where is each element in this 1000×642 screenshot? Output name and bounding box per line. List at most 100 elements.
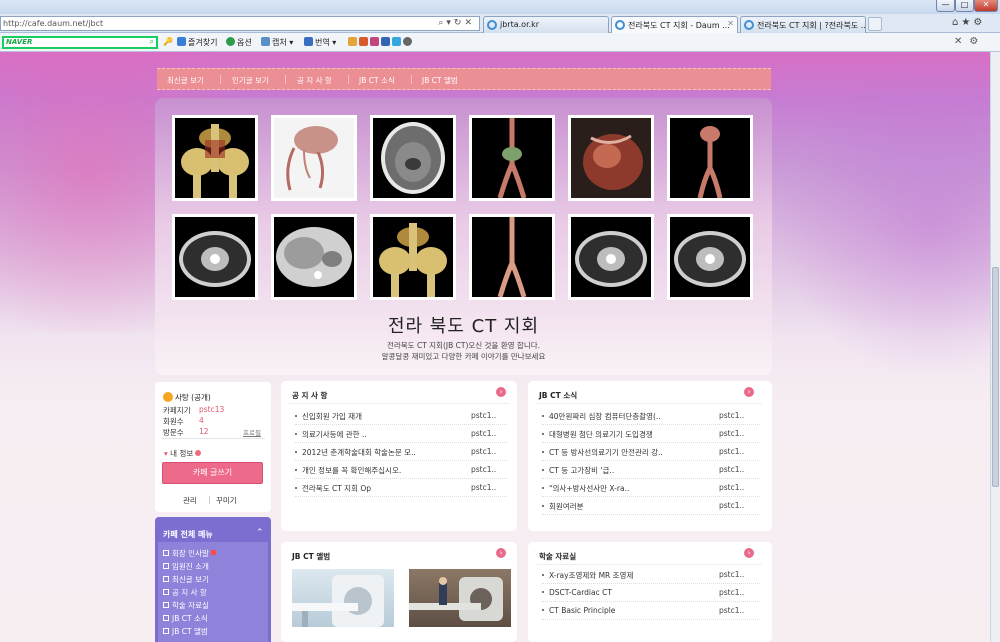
full-menu-item-officers[interactable]: 임원진 소개: [163, 561, 209, 572]
post-title[interactable]: CT 등 방사선의료기기 안전관리 강..: [549, 448, 663, 457]
dropdown-icon[interactable]: ▾: [446, 18, 454, 28]
post-title[interactable]: 40만원짜리 심장 컴퓨터단층촬영(..: [549, 412, 661, 421]
full-menu-item-academic[interactable]: 학술 자료실: [163, 600, 209, 611]
post-title[interactable]: DSCT-Cardiac CT: [549, 588, 612, 597]
browser-tab-jbrta[interactable]: jbrta.or.kr: [483, 16, 609, 33]
post-author[interactable]: pstc1..: [471, 465, 496, 474]
chevron-up-icon[interactable]: ⌃: [256, 528, 264, 538]
post-title[interactable]: 대형병원 첨단 의료기기 도입경쟁: [549, 430, 653, 439]
twitter-icon[interactable]: [392, 37, 401, 46]
post-author[interactable]: pstc1..: [719, 570, 744, 579]
post-row[interactable]: X-ray조영제와 MR 조영제 pstc1..: [542, 566, 760, 584]
toolbar-favorites[interactable]: 즐겨찾기: [177, 37, 217, 48]
post-row[interactable]: 의료기사등에 관한 .. pstc1..: [295, 425, 507, 443]
post-author[interactable]: pstc1..: [719, 606, 744, 615]
write-post-button[interactable]: 카페 글쓰기: [162, 462, 263, 484]
board-title[interactable]: 학술 자료실: [539, 551, 576, 562]
full-menu-item-notice[interactable]: 공 지 사 항: [163, 587, 207, 598]
close-window-button[interactable]: ✕: [974, 0, 998, 12]
calendar-icon[interactable]: [348, 37, 357, 46]
favorites-star-icon[interactable]: ★: [961, 17, 973, 28]
more-arrow-icon[interactable]: ›: [496, 548, 506, 558]
toolbar-options[interactable]: 옵션: [226, 37, 252, 48]
note-icon[interactable]: [370, 37, 379, 46]
post-row[interactable]: 대형병원 첨단 의료기기 도입경쟁 pstc1..: [542, 425, 760, 443]
post-author[interactable]: pstc1..: [719, 429, 744, 438]
post-row[interactable]: 40만원짜리 심장 컴퓨터단층촬영(.. pstc1..: [542, 407, 760, 425]
address-bar[interactable]: http://cafe.daum.net/jbct ⌕▾↻✕: [0, 16, 480, 31]
post-title[interactable]: 신입회원 가입 재개: [302, 412, 362, 421]
menu-notice[interactable]: 공 지 사 항: [297, 75, 332, 86]
close-icon[interactable]: ✕: [464, 18, 475, 28]
menu-latest-posts[interactable]: 최신글 보기: [167, 75, 204, 86]
manage-link[interactable]: 관리: [183, 495, 197, 506]
album-photo-ct-scanner[interactable]: [292, 569, 394, 627]
address-url[interactable]: http://cafe.daum.net/jbct: [3, 19, 103, 28]
cafe-owner-id[interactable]: pstc13: [199, 405, 224, 414]
post-title[interactable]: X-ray조영제와 MR 조영제: [549, 571, 633, 580]
post-author[interactable]: pstc1..: [471, 483, 496, 492]
post-row[interactable]: CT 등 방사선의료기기 안전관리 강.. pstc1..: [542, 443, 760, 461]
vertical-scrollbar[interactable]: [990, 52, 1000, 642]
post-title[interactable]: 개인 정보를 꼭 확인해주십시오.: [302, 466, 401, 475]
post-row[interactable]: "의사+방사선사만 X-ra.. pstc1..: [542, 479, 760, 497]
new-tab-button[interactable]: [868, 17, 882, 31]
post-author[interactable]: pstc1..: [719, 483, 744, 492]
post-row[interactable]: 전라북도 CT 지회 Op pstc1..: [295, 479, 507, 497]
post-author[interactable]: pstc1..: [719, 501, 744, 510]
naver-search-input[interactable]: NAVER ⌕: [2, 36, 158, 49]
post-row[interactable]: 회원여러분 pstc1..: [542, 497, 760, 515]
post-row[interactable]: 신입회원 가입 재개 pstc1..: [295, 407, 507, 425]
post-author[interactable]: pstc1..: [719, 465, 744, 474]
brush-icon[interactable]: [359, 37, 368, 46]
post-title[interactable]: "의사+방사선사만 X-ra..: [549, 484, 629, 493]
post-title[interactable]: CT 등 고가장비 '급..: [549, 466, 614, 475]
post-title[interactable]: 전라북도 CT 지회 Op: [302, 484, 371, 493]
toolbar-capture[interactable]: 캡처 ▾: [261, 37, 293, 48]
toolbar-tool-icons[interactable]: [348, 37, 414, 47]
close-tab-icon[interactable]: ✕: [727, 19, 734, 28]
post-title[interactable]: CT Basic Principle: [549, 606, 615, 615]
search-icon[interactable]: ⌕: [150, 37, 154, 47]
post-title[interactable]: 2012년 춘계학술대회 학술논문 모..: [302, 448, 416, 457]
tools-gear-icon[interactable]: ⚙: [973, 17, 985, 28]
menu-popular-posts[interactable]: 인기글 보기: [232, 75, 269, 86]
board-title[interactable]: 공 지 사 항: [292, 390, 327, 401]
address-actions[interactable]: ⌕▾↻✕: [438, 18, 475, 28]
more-arrow-icon[interactable]: ›: [744, 387, 754, 397]
post-author[interactable]: pstc1..: [471, 411, 496, 420]
more-icon[interactable]: [403, 37, 412, 46]
decorate-link[interactable]: 꾸미기: [216, 495, 237, 506]
refresh-icon[interactable]: ↻: [454, 18, 465, 28]
post-row[interactable]: CT 등 고가장비 '급.. pstc1..: [542, 461, 760, 479]
close-toolbar-icon[interactable]: ✕: [954, 36, 969, 47]
key-icon[interactable]: 🔑: [163, 37, 173, 46]
settings-icon[interactable]: ⚙: [969, 36, 985, 47]
post-row[interactable]: 개인 정보를 꼭 확인해주십시오. pstc1..: [295, 461, 507, 479]
full-menu-item-album[interactable]: JB CT 앨범: [163, 626, 208, 637]
minimize-button[interactable]: —: [936, 0, 955, 12]
board-title[interactable]: JB CT 앨범: [292, 551, 330, 562]
browser-tab-jbct[interactable]: 전라북도 CT 지회 | ?전라북도 ...: [740, 16, 866, 33]
post-author[interactable]: pstc1..: [719, 411, 744, 420]
home-icon[interactable]: ⌂: [952, 17, 961, 28]
post-author[interactable]: pstc1..: [719, 447, 744, 456]
post-row[interactable]: CT Basic Principle pstc1..: [542, 602, 760, 620]
full-menu-item-latest[interactable]: 최신글 보기: [163, 574, 209, 585]
post-row[interactable]: 2012년 춘계학술대회 학술논문 모.. pstc1..: [295, 443, 507, 461]
post-row[interactable]: DSCT-Cardiac CT pstc1..: [542, 584, 760, 602]
menu-jbct-album[interactable]: JB CT 앨범: [422, 75, 458, 86]
post-title[interactable]: 의료기사등에 관한 ..: [302, 430, 367, 439]
my-info-toggle[interactable]: ▾ 내 정보: [164, 448, 202, 459]
full-menu-item-greeting[interactable]: 회장 인사말: [163, 548, 216, 559]
save-icon[interactable]: [381, 37, 390, 46]
menu-jbct-news[interactable]: JB CT 소식: [359, 75, 395, 86]
toolbar-translate[interactable]: 번역 ▾: [304, 37, 336, 48]
maximize-button[interactable]: □: [955, 0, 974, 12]
more-arrow-icon[interactable]: ›: [744, 548, 754, 558]
post-author[interactable]: pstc1..: [471, 447, 496, 456]
browser-tab-daum-cafe[interactable]: 전라북도 CT 지회 - Daum ... ✕: [611, 16, 738, 33]
board-title[interactable]: JB CT 소식: [539, 390, 577, 401]
more-arrow-icon[interactable]: ›: [496, 387, 506, 397]
post-author[interactable]: pstc1..: [471, 429, 496, 438]
